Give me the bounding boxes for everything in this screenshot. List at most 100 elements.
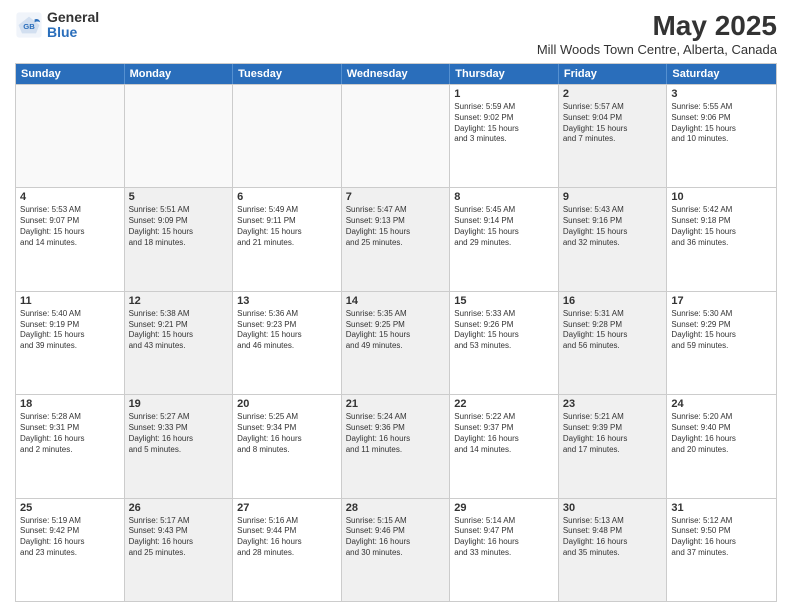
logo-icon: GB <box>15 11 43 39</box>
cal-cell-2: 2 Sunrise: 5:57 AM Sunset: 9:04 PM Daylig… <box>559 85 668 187</box>
location-subtitle: Mill Woods Town Centre, Alberta, Canada <box>537 42 777 57</box>
header-cell-sunday: Sunday <box>16 64 125 84</box>
cal-cell-11: 11 Sunrise: 5:40 AM Sunset: 9:19 PM Dayli… <box>16 292 125 394</box>
day-info: Sunrise: 5:51 AM Sunset: 9:09 PM Dayligh… <box>129 205 229 248</box>
calendar-header: SundayMondayTuesdayWednesdayThursdayFrid… <box>16 64 776 84</box>
calendar: SundayMondayTuesdayWednesdayThursdayFrid… <box>15 63 777 602</box>
svg-text:GB: GB <box>23 23 35 32</box>
page: GB General Blue May 2025 Mill Woods Town… <box>0 0 792 612</box>
day-info: Sunrise: 5:14 AM Sunset: 9:47 PM Dayligh… <box>454 516 554 559</box>
day-number: 8 <box>454 191 554 203</box>
day-number: 16 <box>563 295 663 307</box>
title-block: May 2025 Mill Woods Town Centre, Alberta… <box>537 10 777 57</box>
day-number: 10 <box>671 191 772 203</box>
day-number: 12 <box>129 295 229 307</box>
day-number: 9 <box>563 191 663 203</box>
header-cell-friday: Friday <box>559 64 668 84</box>
cal-cell-6: 6 Sunrise: 5:49 AM Sunset: 9:11 PM Daylig… <box>233 188 342 290</box>
cal-cell-15: 15 Sunrise: 5:33 AM Sunset: 9:26 PM Dayli… <box>450 292 559 394</box>
day-info: Sunrise: 5:53 AM Sunset: 9:07 PM Dayligh… <box>20 205 120 248</box>
day-info: Sunrise: 5:57 AM Sunset: 9:04 PM Dayligh… <box>563 102 663 145</box>
calendar-row-4: 18 Sunrise: 5:28 AM Sunset: 9:31 PM Dayli… <box>16 394 776 497</box>
cal-cell-22: 22 Sunrise: 5:22 AM Sunset: 9:37 PM Dayli… <box>450 395 559 497</box>
calendar-row-3: 11 Sunrise: 5:40 AM Sunset: 9:19 PM Dayli… <box>16 291 776 394</box>
day-info: Sunrise: 5:16 AM Sunset: 9:44 PM Dayligh… <box>237 516 337 559</box>
day-number: 13 <box>237 295 337 307</box>
day-info: Sunrise: 5:28 AM Sunset: 9:31 PM Dayligh… <box>20 412 120 455</box>
cal-cell-empty <box>125 85 234 187</box>
cal-cell-8: 8 Sunrise: 5:45 AM Sunset: 9:14 PM Daylig… <box>450 188 559 290</box>
day-info: Sunrise: 5:17 AM Sunset: 9:43 PM Dayligh… <box>129 516 229 559</box>
month-year-title: May 2025 <box>537 10 777 42</box>
day-info: Sunrise: 5:40 AM Sunset: 9:19 PM Dayligh… <box>20 309 120 352</box>
day-info: Sunrise: 5:33 AM Sunset: 9:26 PM Dayligh… <box>454 309 554 352</box>
day-info: Sunrise: 5:38 AM Sunset: 9:21 PM Dayligh… <box>129 309 229 352</box>
cal-cell-27: 27 Sunrise: 5:16 AM Sunset: 9:44 PM Dayli… <box>233 499 342 601</box>
cal-cell-5: 5 Sunrise: 5:51 AM Sunset: 9:09 PM Daylig… <box>125 188 234 290</box>
cal-cell-empty <box>342 85 451 187</box>
day-info: Sunrise: 5:59 AM Sunset: 9:02 PM Dayligh… <box>454 102 554 145</box>
day-number: 5 <box>129 191 229 203</box>
cal-cell-9: 9Sunrise: 5:43 AM Sunset: 9:16 PM Daylig… <box>559 188 668 290</box>
day-number: 24 <box>671 398 772 410</box>
day-number: 22 <box>454 398 554 410</box>
day-info: Sunrise: 5:25 AM Sunset: 9:34 PM Dayligh… <box>237 412 337 455</box>
day-number: 31 <box>671 502 772 514</box>
day-number: 11 <box>20 295 120 307</box>
day-info: Sunrise: 5:35 AM Sunset: 9:25 PM Dayligh… <box>346 309 446 352</box>
day-number: 1 <box>454 88 554 100</box>
cal-cell-empty <box>16 85 125 187</box>
day-info: Sunrise: 5:31 AM Sunset: 9:28 PM Dayligh… <box>563 309 663 352</box>
logo: GB General Blue <box>15 10 99 41</box>
day-number: 30 <box>563 502 663 514</box>
day-number: 7 <box>346 191 446 203</box>
day-number: 20 <box>237 398 337 410</box>
day-info: Sunrise: 5:49 AM Sunset: 9:11 PM Dayligh… <box>237 205 337 248</box>
cal-cell-10: 10Sunrise: 5:42 AM Sunset: 9:18 PM Dayli… <box>667 188 776 290</box>
day-info: Sunrise: 5:13 AM Sunset: 9:48 PM Dayligh… <box>563 516 663 559</box>
day-number: 3 <box>671 88 772 100</box>
cal-cell-30: 30 Sunrise: 5:13 AM Sunset: 9:48 PM Dayli… <box>559 499 668 601</box>
day-number: 15 <box>454 295 554 307</box>
cal-cell-7: 7Sunrise: 5:47 AM Sunset: 9:13 PM Daylig… <box>342 188 451 290</box>
cal-cell-empty <box>233 85 342 187</box>
day-info: Sunrise: 5:27 AM Sunset: 9:33 PM Dayligh… <box>129 412 229 455</box>
cal-cell-31: 31 Sunrise: 5:12 AM Sunset: 9:50 PM Dayli… <box>667 499 776 601</box>
cal-cell-17: 17Sunrise: 5:30 AM Sunset: 9:29 PM Dayli… <box>667 292 776 394</box>
day-info: Sunrise: 5:36 AM Sunset: 9:23 PM Dayligh… <box>237 309 337 352</box>
cal-cell-21: 21Sunrise: 5:24 AM Sunset: 9:36 PM Dayli… <box>342 395 451 497</box>
day-number: 23 <box>563 398 663 410</box>
header-cell-thursday: Thursday <box>450 64 559 84</box>
day-number: 29 <box>454 502 554 514</box>
header-cell-saturday: Saturday <box>667 64 776 84</box>
cal-cell-24: 24Sunrise: 5:20 AM Sunset: 9:40 PM Dayli… <box>667 395 776 497</box>
cal-cell-23: 23 Sunrise: 5:21 AM Sunset: 9:39 PM Dayli… <box>559 395 668 497</box>
day-number: 6 <box>237 191 337 203</box>
day-number: 27 <box>237 502 337 514</box>
day-number: 28 <box>346 502 446 514</box>
day-info: Sunrise: 5:21 AM Sunset: 9:39 PM Dayligh… <box>563 412 663 455</box>
day-info: Sunrise: 5:12 AM Sunset: 9:50 PM Dayligh… <box>671 516 772 559</box>
day-number: 14 <box>346 295 446 307</box>
day-info: Sunrise: 5:45 AM Sunset: 9:14 PM Dayligh… <box>454 205 554 248</box>
header-cell-monday: Monday <box>125 64 234 84</box>
day-number: 25 <box>20 502 120 514</box>
calendar-body: 1 Sunrise: 5:59 AM Sunset: 9:02 PM Daylig… <box>16 84 776 601</box>
cal-cell-13: 13 Sunrise: 5:36 AM Sunset: 9:23 PM Dayli… <box>233 292 342 394</box>
calendar-row-2: 4Sunrise: 5:53 AM Sunset: 9:07 PM Daylig… <box>16 187 776 290</box>
day-number: 18 <box>20 398 120 410</box>
cal-cell-14: 14 Sunrise: 5:35 AM Sunset: 9:25 PM Dayli… <box>342 292 451 394</box>
day-info: Sunrise: 5:22 AM Sunset: 9:37 PM Dayligh… <box>454 412 554 455</box>
cal-cell-26: 26 Sunrise: 5:17 AM Sunset: 9:43 PM Dayli… <box>125 499 234 601</box>
calendar-row-5: 25 Sunrise: 5:19 AM Sunset: 9:42 PM Dayli… <box>16 498 776 601</box>
cal-cell-16: 16 Sunrise: 5:31 AM Sunset: 9:28 PM Dayli… <box>559 292 668 394</box>
day-number: 17 <box>671 295 772 307</box>
day-number: 26 <box>129 502 229 514</box>
day-info: Sunrise: 5:55 AM Sunset: 9:06 PM Dayligh… <box>671 102 772 145</box>
day-number: 2 <box>563 88 663 100</box>
cal-cell-29: 29 Sunrise: 5:14 AM Sunset: 9:47 PM Dayli… <box>450 499 559 601</box>
day-info: Sunrise: 5:19 AM Sunset: 9:42 PM Dayligh… <box>20 516 120 559</box>
cal-cell-18: 18 Sunrise: 5:28 AM Sunset: 9:31 PM Dayli… <box>16 395 125 497</box>
day-number: 21 <box>346 398 446 410</box>
logo-blue-label: Blue <box>47 25 99 40</box>
